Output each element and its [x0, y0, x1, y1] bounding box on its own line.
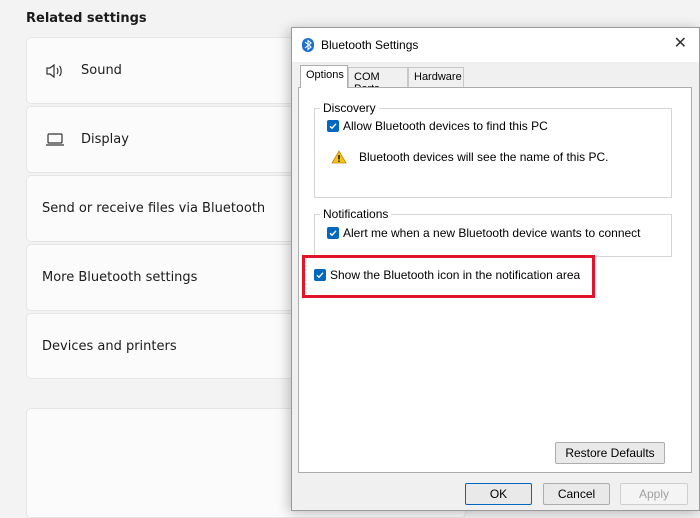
dialog-title: Bluetooth Settings: [321, 38, 419, 52]
restore-defaults-button[interactable]: Restore Defaults: [555, 442, 665, 464]
tab-options[interactable]: Options: [300, 65, 348, 88]
related-settings-title: Related settings: [26, 11, 147, 26]
alert-new-device-checkbox[interactable]: Alert me when a new Bluetooth device wan…: [327, 226, 641, 240]
allow-discovery-checkbox[interactable]: Allow Bluetooth devices to find this PC: [327, 119, 548, 133]
alert-new-device-label: Alert me when a new Bluetooth device wan…: [343, 226, 641, 240]
cancel-button[interactable]: Cancel: [543, 483, 610, 505]
more-bluetooth-settings-label: More Bluetooth settings: [42, 270, 198, 285]
discovery-legend: Discovery: [320, 101, 379, 115]
monitor-icon: [43, 130, 67, 150]
tab-hardware[interactable]: Hardware: [408, 67, 464, 87]
warning-icon: [331, 150, 347, 164]
ok-button[interactable]: OK: [465, 483, 532, 505]
checkbox-checked-icon: [327, 227, 339, 239]
discovery-warning: Bluetooth devices will see the name of t…: [331, 150, 608, 164]
warning-text: Bluetooth devices will see the name of t…: [359, 150, 609, 164]
speaker-icon: [43, 61, 67, 81]
notifications-legend: Notifications: [320, 207, 392, 221]
sound-label: Sound: [81, 63, 122, 78]
send-receive-files-label: Send or receive files via Bluetooth: [42, 201, 266, 216]
close-icon[interactable]: ✕: [674, 36, 687, 52]
tab-com-ports[interactable]: COM Ports: [348, 67, 408, 95]
devices-printers-label: Devices and printers: [42, 338, 177, 354]
red-highlight-box: [302, 255, 595, 298]
display-label: Display: [81, 132, 129, 147]
allow-discovery-label: Allow Bluetooth devices to find this PC: [343, 119, 548, 133]
apply-button[interactable]: Apply: [620, 483, 688, 505]
dialog-titlebar: Bluetooth Settings ✕: [292, 28, 699, 62]
checkbox-checked-icon: [327, 120, 339, 132]
bluetooth-icon: [302, 38, 314, 55]
